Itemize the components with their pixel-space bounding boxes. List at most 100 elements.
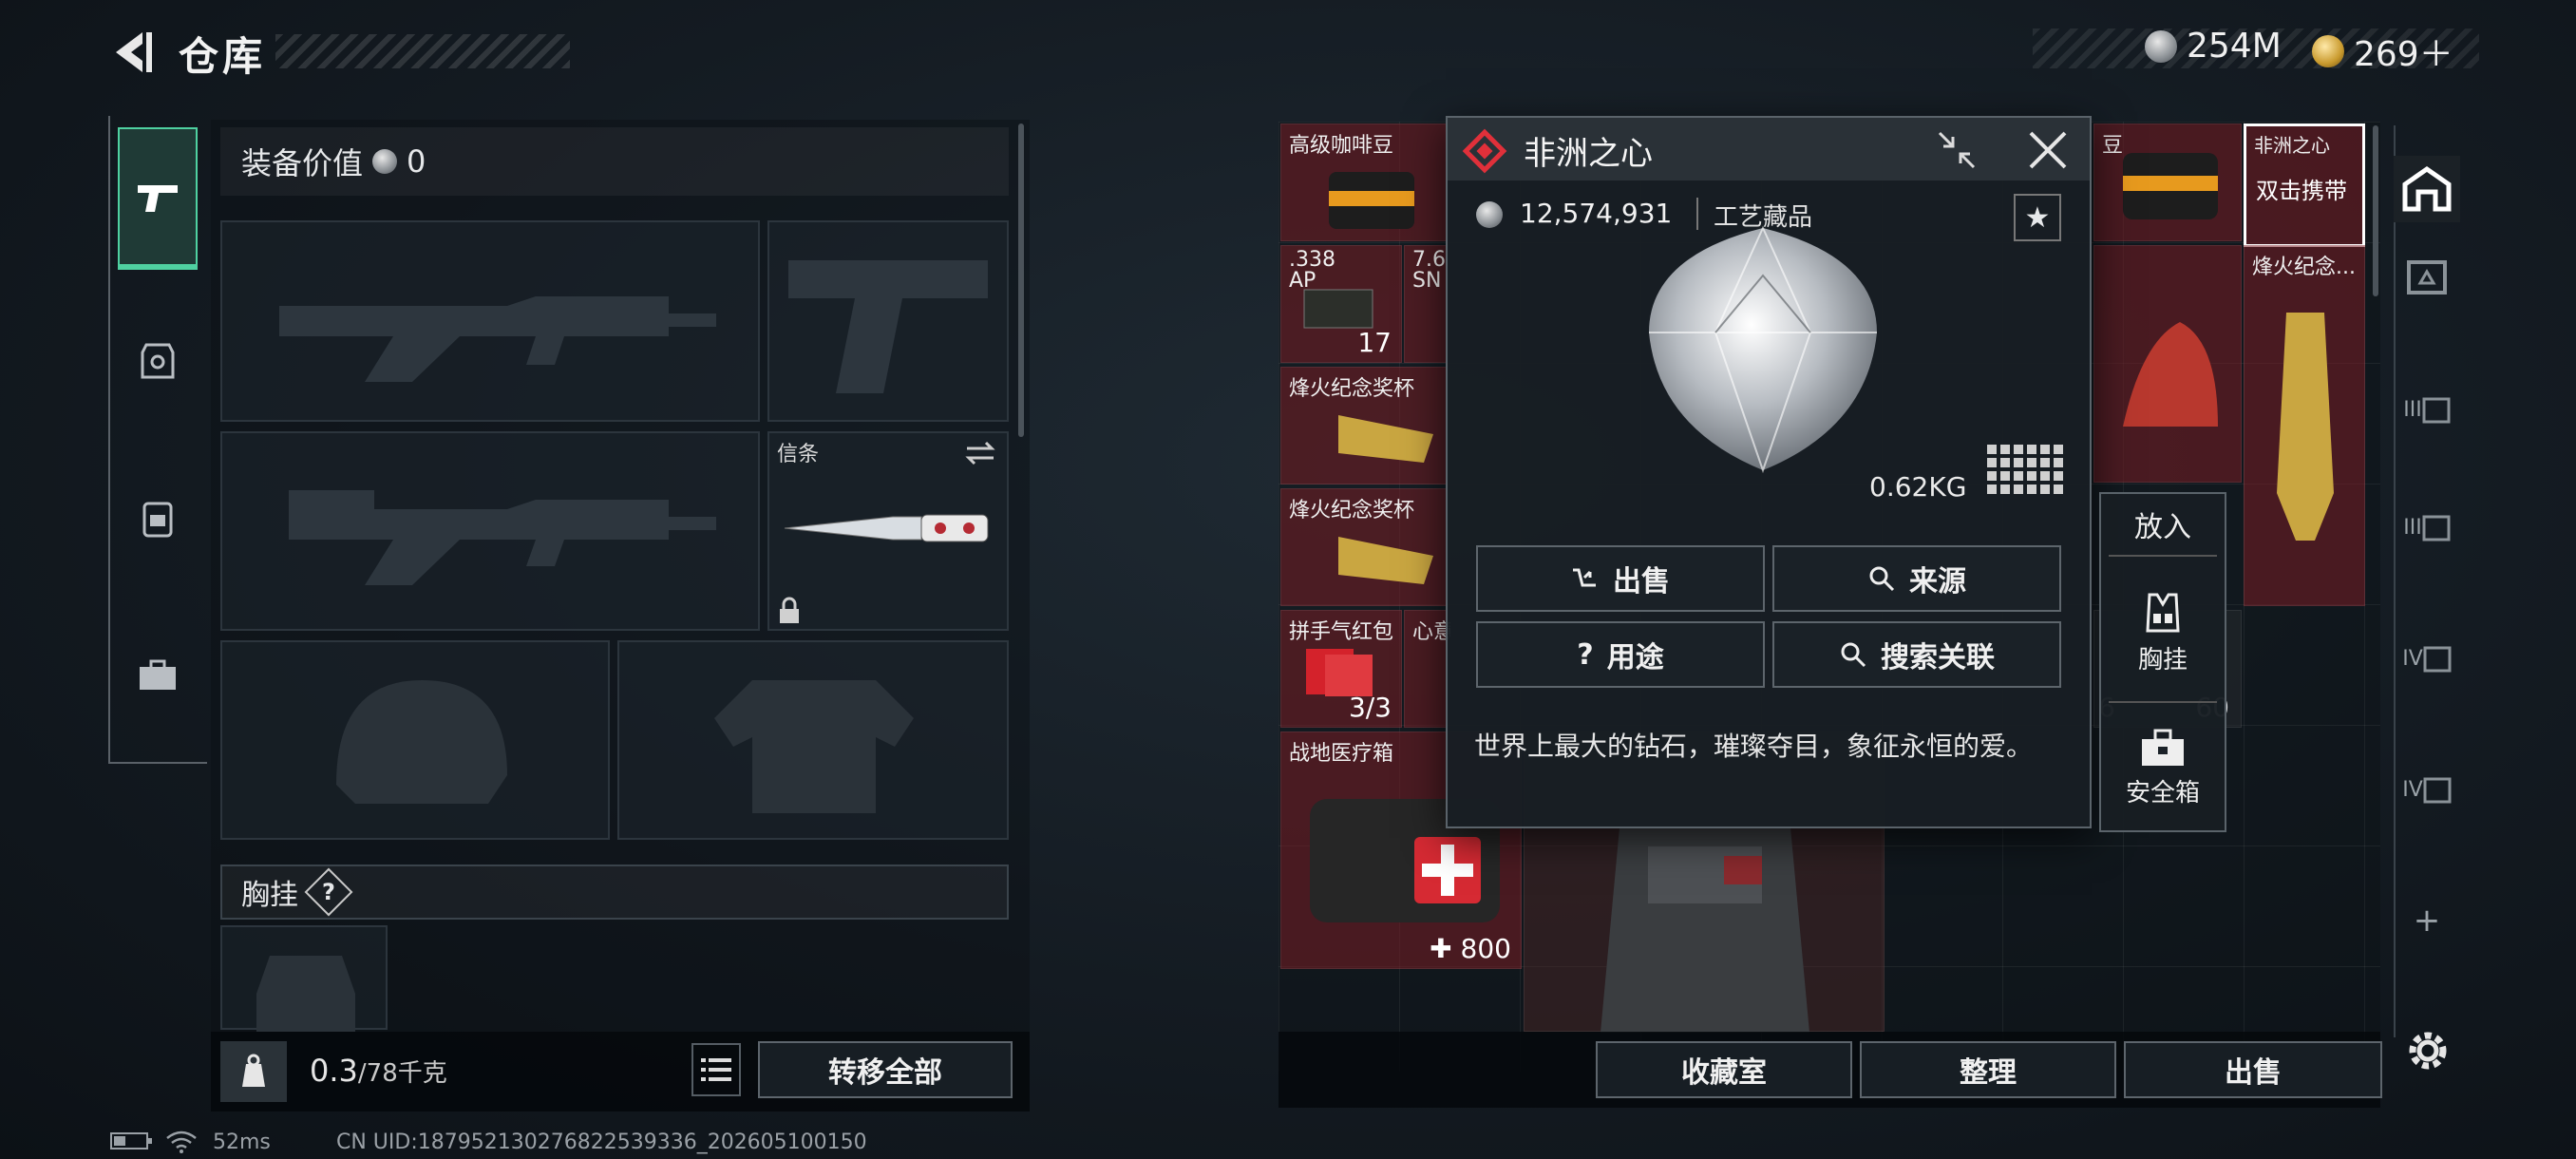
weight-current: 0.3	[310, 1053, 358, 1089]
chest-rig-header: 胸挂 ?	[220, 864, 1009, 920]
stash-item-338ap[interactable]: .338 AP 17	[1280, 245, 1402, 363]
sell-all-button[interactable]: 出售	[2124, 1041, 2382, 1098]
stash-item-coffee[interactable]: 高级咖啡豆	[1280, 124, 1448, 241]
vest-silhouette-icon	[714, 680, 914, 813]
coffee-bag-icon	[2123, 153, 2218, 219]
place-into-title: 放入	[2134, 511, 2191, 544]
stash-item-heart-of-africa[interactable]: 非洲之心 双击携带	[2244, 124, 2365, 247]
stash-item-coffee-2[interactable]: 豆	[2093, 124, 2242, 241]
stash-scrollbar[interactable]	[2373, 125, 2378, 296]
popup-source-button[interactable]: 来源	[1772, 545, 2061, 612]
rarity-diamond-icon	[1462, 128, 1507, 174]
pistol-icon	[138, 185, 178, 212]
chest-rig-slot[interactable]	[220, 925, 388, 1032]
container-icon	[2423, 777, 2452, 804]
silver-amount: 254M	[2187, 27, 2282, 66]
collection-room-button[interactable]: 收藏室	[1596, 1041, 1852, 1098]
rail-tab-page-3a[interactable]: III	[2394, 376, 2460, 443]
equipment-value-label: 装备价值	[241, 145, 364, 181]
backpack-icon	[142, 502, 173, 538]
trophy-icon	[2277, 313, 2334, 541]
container-icon	[2407, 260, 2447, 294]
rifle-silhouette-icon	[279, 296, 716, 382]
rail-tab-backpack[interactable]	[118, 446, 198, 589]
equipment-value-amount: 0	[407, 143, 426, 180]
stash-item-trophy-3[interactable]: 烽火纪念...	[2244, 245, 2365, 606]
favorite-star-button[interactable]: ★	[2014, 194, 2061, 241]
safe-box-icon	[2142, 729, 2184, 766]
size-grid-icon	[1987, 445, 2063, 494]
chest-rig-silhouette-icon	[256, 956, 355, 1032]
helmet-slot[interactable]	[220, 640, 610, 840]
vault-icon	[2402, 165, 2452, 212]
help-icon[interactable]: ?	[304, 867, 353, 917]
armor-vest-icon	[1601, 827, 1809, 1033]
rail-tab-armor[interactable]	[118, 289, 198, 431]
stash-item-762[interactable]: 7.6 SN	[1404, 245, 1448, 363]
organize-button[interactable]: 整理	[1860, 1041, 2116, 1098]
rail-tab-stash[interactable]	[2394, 156, 2460, 222]
briefcase-icon	[140, 659, 176, 690]
silver-coin-icon	[372, 149, 398, 174]
add-page-button[interactable]: +	[2394, 887, 2460, 954]
statue-icon	[2123, 322, 2218, 427]
close-icon[interactable]	[2025, 127, 2071, 173]
stash-item-trophy-1[interactable]: 烽火纪念奖杯	[1280, 367, 1448, 484]
rail-tab-page-1[interactable]	[2394, 243, 2460, 310]
double-click-carry-hint: 双击携带	[2256, 178, 2347, 204]
swap-icon[interactable]	[963, 439, 997, 467]
trophy-icon	[1338, 415, 1433, 463]
rail-tab-page-4b[interactable]: IV	[2394, 756, 2460, 823]
transfer-all-button[interactable]: 转移全部	[758, 1041, 1013, 1098]
sidearm-slot[interactable]	[767, 220, 1009, 422]
armor-icon	[141, 343, 175, 379]
popup-search-related-button[interactable]: 搜索关联	[1772, 621, 2061, 688]
gold-coin-icon	[2312, 35, 2344, 67]
settings-gear-icon[interactable]	[2401, 1024, 2454, 1077]
rail-tab-page-3b[interactable]: III	[2394, 494, 2460, 560]
collapse-icon[interactable]	[1934, 127, 1979, 173]
question-icon: ?	[1577, 637, 1594, 672]
stash-item-red-envelope[interactable]: 拼手气红包 3/3	[1280, 610, 1402, 728]
battery-icon	[110, 1130, 154, 1157]
silver-coin-icon	[2145, 29, 2177, 63]
sell-cart-icon	[1573, 568, 1596, 587]
body-armor-slot[interactable]	[617, 640, 1009, 840]
stash-item-red-statue[interactable]	[2093, 245, 2242, 483]
search-icon	[1841, 642, 1866, 668]
loadout-scrollbar[interactable]	[1018, 124, 1024, 437]
list-view-button[interactable]	[691, 1043, 741, 1096]
weight-icon	[220, 1041, 287, 1102]
popup-sell-button[interactable]: 出售	[1476, 545, 1765, 612]
carry-weight: 0.3/78千克	[310, 1053, 447, 1089]
stash-item-trophy-2[interactable]: 烽火纪念奖杯	[1280, 488, 1448, 606]
rail-tab-case[interactable]	[118, 604, 198, 747]
chest-rig-icon	[2146, 593, 2180, 632]
page-title: 仓库	[179, 33, 267, 80]
place-into-safe-box[interactable]: 安全箱	[2101, 711, 2225, 825]
divider	[2109, 701, 2217, 703]
diamond-gem-icon	[1649, 225, 1877, 474]
primary-weapon-slot[interactable]	[220, 220, 760, 422]
item-description: 世界上最大的钻石，璀璨夺目，象征永恒的爱。	[1474, 731, 2034, 762]
melee-slot-label: 信条	[777, 443, 820, 466]
user-uid: CN UID:187952130276822539336_20260510015…	[336, 1130, 867, 1154]
lock-icon	[780, 597, 799, 623]
popup-usage-button[interactable]: ? 用途	[1476, 621, 1765, 688]
search-icon	[1869, 566, 1895, 592]
rail-tab-page-4a[interactable]: IV	[2394, 625, 2460, 692]
place-into-chest-rig[interactable]: 胸挂	[2101, 576, 2225, 690]
stash-item-xinyi[interactable]: 心意	[1404, 610, 1450, 728]
back-arrow-icon[interactable]	[106, 28, 154, 76]
knife-icon	[784, 514, 989, 542]
helmet-silhouette-icon	[336, 680, 507, 804]
gold-currency[interactable]: 269＋	[2312, 27, 2453, 76]
trophy-icon	[1338, 537, 1433, 584]
melee-slot[interactable]: 信条	[767, 431, 1009, 631]
container-icon	[2422, 515, 2451, 542]
secondary-weapon-slot[interactable]	[220, 431, 760, 631]
rail-tab-weapons[interactable]	[118, 127, 198, 270]
title-decoration	[275, 34, 570, 68]
ping-readout: 52ms	[213, 1130, 271, 1154]
coffee-bag-icon	[1329, 172, 1414, 229]
